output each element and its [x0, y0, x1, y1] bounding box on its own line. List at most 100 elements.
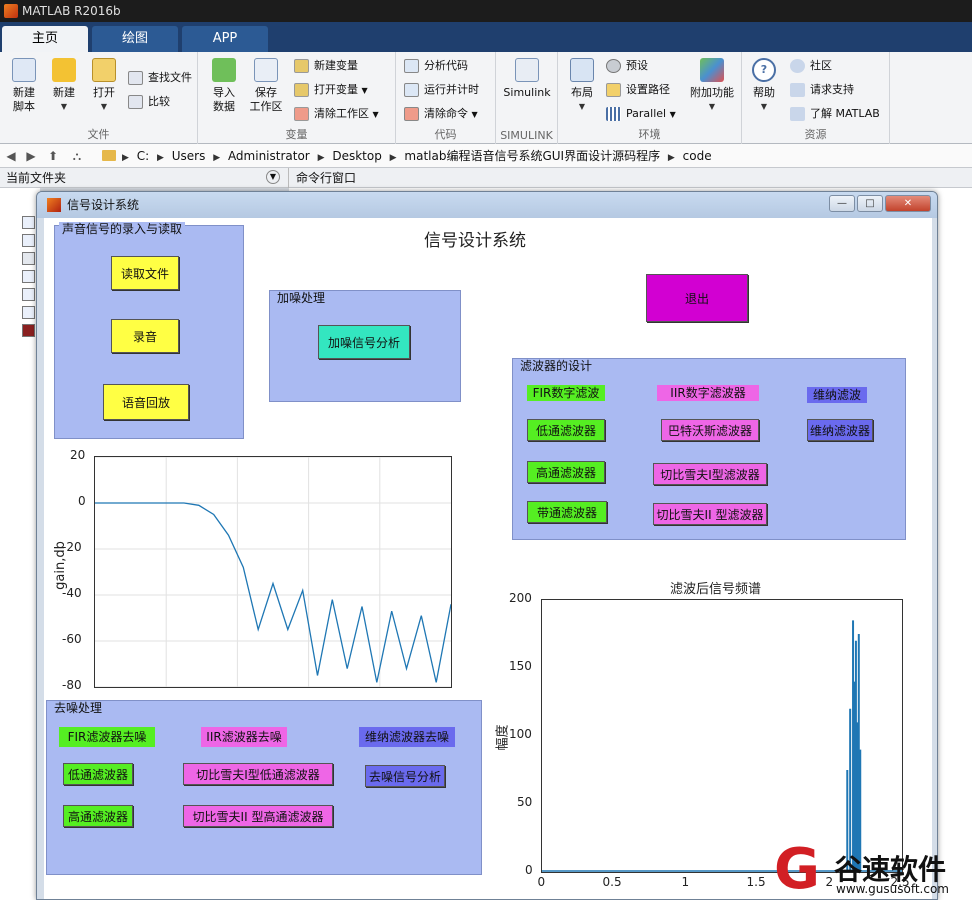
code-group-title: 代码 [434, 128, 457, 141]
file-icon[interactable] [22, 288, 35, 301]
iir-denoise-label: IIR滤波器去噪 [201, 727, 287, 747]
run-and-time-button[interactable]: 运行并计时 [404, 80, 479, 100]
breadcrumb-separator-icon: ▶ [157, 153, 164, 163]
spectrum-chart-xtick: 0.5 [602, 875, 622, 889]
open-button[interactable]: 打开 ▼ [84, 58, 124, 114]
butterworth-button[interactable]: 巴特沃斯滤波器 [661, 419, 759, 441]
fir-lowpass-button[interactable]: 低通滤波器 [527, 419, 605, 441]
clear-workspace-button[interactable]: 清除工作区 ▼ [294, 104, 379, 124]
tab-home[interactable]: 主页 [2, 26, 88, 52]
request-support-button[interactable]: 请求支持 [790, 80, 854, 100]
gain-chart-axes [94, 456, 452, 688]
wiener-filter-button[interactable]: 维纳滤波器 [807, 419, 873, 441]
close-icon[interactable]: ✕ [885, 195, 931, 212]
cheby2-filter-button[interactable]: 切比雪夫II 型滤波器 [653, 503, 767, 525]
clear-commands-button[interactable]: 清除命令 ▼ [404, 104, 478, 124]
breadcrumb-item[interactable]: Desktop [332, 149, 382, 163]
community-button[interactable]: 社区 [790, 56, 832, 76]
ribbon-group-environment: 布局 ▼ 预设 设置路径 Parallel ▼ 附加功能 ▼ 环境 [558, 52, 742, 144]
breadcrumb-separator-icon: ▶ [389, 153, 397, 163]
tab-plots[interactable]: 绘图 [92, 26, 178, 52]
simulink-icon [515, 58, 539, 82]
minimize-icon[interactable]: — [829, 195, 855, 212]
request-support-icon [790, 83, 805, 97]
chevron-down-icon: ▼ [100, 102, 108, 111]
import-data-button[interactable]: 导入 数据 [204, 58, 244, 114]
file-icon[interactable] [22, 252, 35, 265]
preferences-button[interactable]: 预设 [606, 56, 648, 76]
compare-label: 比较 [148, 95, 170, 108]
panel-menu-icon[interactable]: ▼ [266, 170, 280, 184]
maximize-icon[interactable]: □ [857, 195, 883, 212]
matlab-figure-icon [47, 198, 61, 212]
gain-chart: 20 0 -20 -40 -60 -80 gain,db [44, 218, 484, 698]
chevron-down-icon: ▼ [471, 110, 478, 119]
layout-button[interactable]: 布局 ▼ [562, 58, 602, 114]
exit-button[interactable]: 退出 [646, 274, 748, 322]
parallel-button[interactable]: Parallel ▼ [606, 104, 676, 124]
analyze-code-label: 分析代码 [424, 59, 468, 72]
new-button[interactable]: 新建 ▼ [44, 58, 84, 114]
figure-titlebar[interactable]: 信号设计系统 — □ ✕ [37, 192, 937, 218]
find-files-button[interactable]: 查找文件 [128, 68, 192, 88]
help-button[interactable]: ? 帮助 ▼ [744, 58, 784, 114]
file-icon[interactable] [22, 270, 35, 283]
new-label: 新建 [53, 86, 75, 99]
new-script-button[interactable]: 新建 脚本 [4, 58, 44, 114]
tab-apps[interactable]: APP [182, 26, 268, 52]
breadcrumb-item[interactable]: Administrator [228, 149, 310, 163]
wiener-label: 维纳滤波 [807, 387, 867, 403]
command-window-header: 命令行窗口 [296, 171, 357, 185]
gear-icon [606, 59, 621, 73]
forward-arrow-icon[interactable]: ▶ [24, 144, 38, 168]
breadcrumb-item[interactable]: matlab编程语音信号系统GUI界面设计源码程序 [404, 149, 660, 163]
spectrum-chart-ytick: 100 [509, 727, 532, 741]
chevron-down-icon: ▼ [60, 102, 68, 111]
open-variable-button[interactable]: 打开变量 ▼ [294, 80, 368, 100]
ribbon-tabstrip: 主页 绘图 APP [0, 22, 972, 52]
app-title: MATLAB R2016b [22, 4, 121, 18]
analyze-code-button[interactable]: 分析代码 [404, 56, 468, 76]
file-icon[interactable] [22, 234, 35, 247]
figure-window-title: 信号设计系统 [67, 198, 140, 212]
fir-highpass-button[interactable]: 高通滤波器 [527, 461, 605, 483]
archive-icon[interactable] [22, 324, 35, 337]
up-folder-icon[interactable]: ⬆ [46, 144, 60, 168]
panel-divider[interactable] [288, 168, 289, 188]
cheby1-filter-button[interactable]: 切比雪夫Ⅰ型滤波器 [653, 463, 767, 485]
set-path-label: 设置路径 [626, 83, 670, 96]
spectrum-chart-xtick: 1.5 [746, 875, 766, 889]
ribbon-group-variable: 导入 数据 保存 工作区 新建变量 打开变量 ▼ 清除工作区 ▼ 变量 [198, 52, 396, 144]
breadcrumb-separator-icon: ▶ [122, 153, 129, 163]
environment-group-title: 环境 [638, 128, 661, 141]
fir-bandpass-button[interactable]: 带通滤波器 [527, 501, 607, 523]
community-icon [790, 59, 805, 73]
set-path-button[interactable]: 设置路径 [606, 80, 670, 100]
learn-matlab-button[interactable]: 了解 MATLAB [790, 104, 880, 124]
denoise-lowpass-button[interactable]: 低通滤波器 [63, 763, 133, 785]
compare-button[interactable]: 比较 [128, 92, 170, 112]
denoise-cheby1-lowpass-button[interactable]: 切比雪夫Ⅰ型低通滤波器 [183, 763, 333, 785]
back-arrow-icon[interactable]: ◀ [4, 144, 18, 168]
simulink-button[interactable]: Simulink [502, 58, 552, 100]
chevron-down-icon: ▼ [372, 110, 379, 119]
save-workspace-button[interactable]: 保存 工作区 [246, 58, 286, 114]
chevron-down-icon: ▼ [361, 86, 368, 95]
file-icon[interactable] [22, 216, 35, 229]
gain-chart-ylabel: gain,db [52, 541, 68, 590]
denoise-cheby2-highpass-button[interactable]: 切比雪夫II 型高通滤波器 [183, 805, 333, 827]
file-icon[interactable] [22, 306, 35, 319]
denoise-highpass-button[interactable]: 高通滤波器 [63, 805, 133, 827]
breadcrumb-item[interactable]: code [683, 149, 712, 163]
breadcrumb-item[interactable]: C: [137, 149, 149, 163]
denoise-panel-title: 去噪处理 [51, 701, 106, 715]
new-variable-button[interactable]: 新建变量 [294, 56, 358, 76]
spectrum-chart-ytick: 50 [517, 795, 533, 809]
chevron-down-icon: ▼ [760, 102, 768, 111]
addons-button[interactable]: 附加功能 ▼ [688, 58, 736, 114]
clear-workspace-icon [294, 107, 309, 121]
denoise-analysis-button[interactable]: 去噪信号分析 [365, 765, 445, 787]
browse-folder-icon[interactable]: ⛬ [70, 144, 84, 168]
breadcrumb-item[interactable]: Users [172, 149, 206, 163]
current-folder-header: 当前文件夹 [6, 171, 67, 185]
